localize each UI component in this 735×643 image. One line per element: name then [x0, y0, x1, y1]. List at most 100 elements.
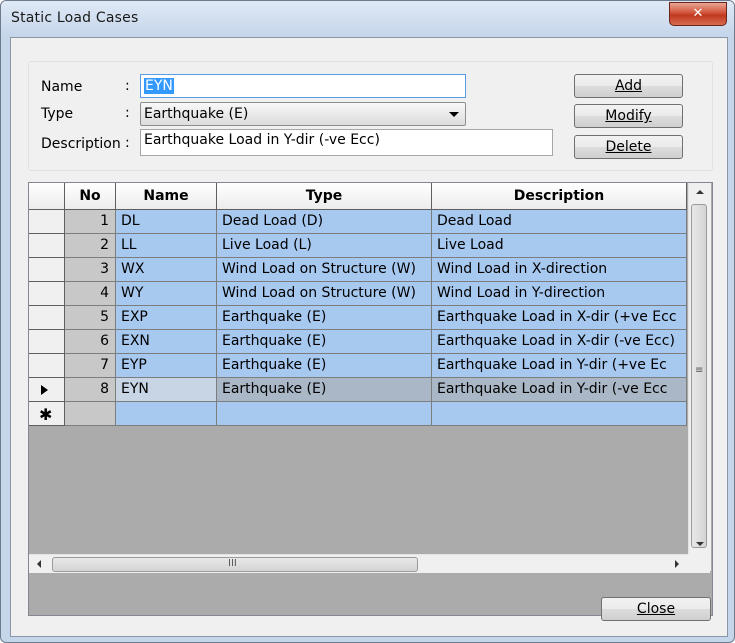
cell-description[interactable]: Earthquake Load in X-dir (+ve Ecc: [432, 306, 687, 330]
cell-description[interactable]: Earthquake Load in Y-dir (+ve Ec: [432, 354, 687, 378]
scroll-down-icon[interactable]: [696, 542, 704, 546]
cell-type[interactable]: Earthquake (E): [217, 306, 432, 330]
modify-button-label: Modify: [605, 108, 652, 124]
cell-type[interactable]: Earthquake (E): [217, 330, 432, 354]
column-header-description[interactable]: Description: [432, 183, 687, 210]
title-bar[interactable]: Static Load Cases ✕: [1, 1, 734, 37]
scroll-right-icon[interactable]: [675, 560, 679, 568]
close-button-label: Close: [636, 601, 676, 617]
row-header[interactable]: [29, 306, 65, 330]
current-row-arrow-icon: [41, 385, 48, 395]
cell-name[interactable]: LL: [116, 234, 217, 258]
new-row[interactable]: ✱: [29, 402, 687, 426]
cell-no[interactable]: 5: [65, 306, 116, 330]
cell-description[interactable]: Earthquake Load in X-dir (-ve Ecc): [432, 330, 687, 354]
horizontal-grip-icon: III: [228, 558, 237, 569]
type-dropdown-value: Earthquake (E): [144, 106, 249, 122]
delete-button[interactable]: Delete: [574, 135, 683, 159]
row-header[interactable]: [29, 258, 65, 282]
load-cases-grid[interactable]: No Name Type Description 1 DL Dead Load …: [28, 182, 713, 616]
cell-type[interactable]: Live Load (L): [217, 234, 432, 258]
table-row[interactable]: 2 LL Live Load (L) Live Load: [29, 234, 687, 258]
table-row[interactable]: 4 WY Wind Load on Structure (W) Wind Loa…: [29, 282, 687, 306]
cell-type[interactable]: Dead Load (D): [217, 210, 432, 234]
cell-type[interactable]: Wind Load on Structure (W): [217, 282, 432, 306]
name-field-value: EYN: [144, 78, 174, 94]
type-label: Type: [41, 106, 74, 122]
cell-name[interactable]: EXN: [116, 330, 217, 354]
table-row[interactable]: 1 DL Dead Load (D) Dead Load: [29, 210, 687, 234]
cell-no[interactable]: 8: [65, 378, 116, 402]
scroll-left-icon[interactable]: [37, 560, 41, 568]
description-colon: :: [125, 135, 130, 151]
cell-description[interactable]: Earthquake Load in Y-dir (-ve Ecc: [432, 378, 687, 402]
new-row-asterisk-icon: ✱: [39, 405, 53, 424]
scroll-up-icon[interactable]: [696, 190, 704, 194]
column-header-type[interactable]: Type: [217, 183, 432, 210]
cell-name[interactable]: [116, 402, 217, 426]
cell-no[interactable]: [65, 402, 116, 426]
static-load-cases-dialog: Static Load Cases ✕ Name : EYN Type : Ea…: [0, 0, 735, 643]
table-row[interactable]: 6 EXN Earthquake (E) Earthquake Load in …: [29, 330, 687, 354]
column-header-no[interactable]: No: [65, 183, 116, 210]
cell-name[interactable]: WX: [116, 258, 217, 282]
cell-description[interactable]: Live Load: [432, 234, 687, 258]
table-row[interactable]: 7 EYP Earthquake (E) Earthquake Load in …: [29, 354, 687, 378]
row-header[interactable]: [29, 378, 65, 402]
delete-button-label: Delete: [605, 139, 652, 155]
scrollbar-corner: [688, 554, 710, 573]
cell-name[interactable]: EYP: [116, 354, 217, 378]
cell-type[interactable]: Wind Load on Structure (W): [217, 258, 432, 282]
type-dropdown[interactable]: Earthquake (E): [140, 102, 466, 126]
row-header[interactable]: ✱: [29, 402, 65, 426]
cell-description[interactable]: Wind Load in X-direction: [432, 258, 687, 282]
header-corner[interactable]: [29, 183, 65, 210]
table-row[interactable]: 3 WX Wind Load on Structure (W) Wind Loa…: [29, 258, 687, 282]
row-header[interactable]: [29, 210, 65, 234]
name-field[interactable]: EYN: [140, 74, 466, 98]
description-field[interactable]: Earthquake Load in Y-dir (-ve Ecc): [140, 129, 553, 156]
type-colon: :: [125, 105, 130, 121]
cell-type[interactable]: Earthquake (E): [217, 354, 432, 378]
chevron-down-icon: [449, 112, 459, 117]
cell-type[interactable]: [217, 402, 432, 426]
cell-no[interactable]: 4: [65, 282, 116, 306]
grid-viewport: No Name Type Description 1 DL Dead Load …: [29, 183, 687, 571]
modify-button[interactable]: Modify: [574, 104, 683, 128]
row-header[interactable]: [29, 354, 65, 378]
dialog-title: Static Load Cases: [11, 10, 139, 26]
vertical-scroll-thumb[interactable]: ≡: [691, 204, 707, 548]
cell-no[interactable]: 6: [65, 330, 116, 354]
close-button[interactable]: Close: [601, 597, 711, 621]
horizontal-scroll-thumb[interactable]: III: [52, 557, 418, 572]
table-row-selected[interactable]: 8 EYN Earthquake (E) Earthquake Load in …: [29, 378, 687, 402]
cell-name[interactable]: EYN: [116, 378, 217, 402]
add-button[interactable]: Add: [574, 74, 683, 98]
vertical-scrollbar[interactable]: ≡: [688, 183, 711, 571]
cell-description[interactable]: [432, 402, 687, 426]
cell-no[interactable]: 7: [65, 354, 116, 378]
cell-name[interactable]: EXP: [116, 306, 217, 330]
cell-description[interactable]: Wind Load in Y-direction: [432, 282, 687, 306]
window-close-button[interactable]: ✕: [669, 2, 727, 26]
form-panel: Name : EYN Type : Earthquake (E) Descrip…: [28, 61, 713, 171]
row-header[interactable]: [29, 234, 65, 258]
table-row[interactable]: 5 EXP Earthquake (E) Earthquake Load in …: [29, 306, 687, 330]
column-header-name[interactable]: Name: [116, 183, 217, 210]
cell-no[interactable]: 1: [65, 210, 116, 234]
cell-name[interactable]: DL: [116, 210, 217, 234]
row-header[interactable]: [29, 282, 65, 306]
dialog-body: Name : EYN Type : Earthquake (E) Descrip…: [10, 37, 728, 637]
row-header[interactable]: [29, 330, 65, 354]
description-label: Description: [41, 136, 121, 152]
cell-no[interactable]: 3: [65, 258, 116, 282]
cell-description[interactable]: Dead Load: [432, 210, 687, 234]
vertical-grip-icon: ≡: [695, 365, 704, 376]
horizontal-scrollbar[interactable]: III: [29, 554, 688, 574]
add-button-label: Add: [614, 78, 643, 94]
cell-name[interactable]: WY: [116, 282, 217, 306]
name-label: Name: [41, 79, 83, 95]
name-colon: :: [125, 78, 130, 94]
cell-type[interactable]: Earthquake (E): [217, 378, 432, 402]
cell-no[interactable]: 2: [65, 234, 116, 258]
